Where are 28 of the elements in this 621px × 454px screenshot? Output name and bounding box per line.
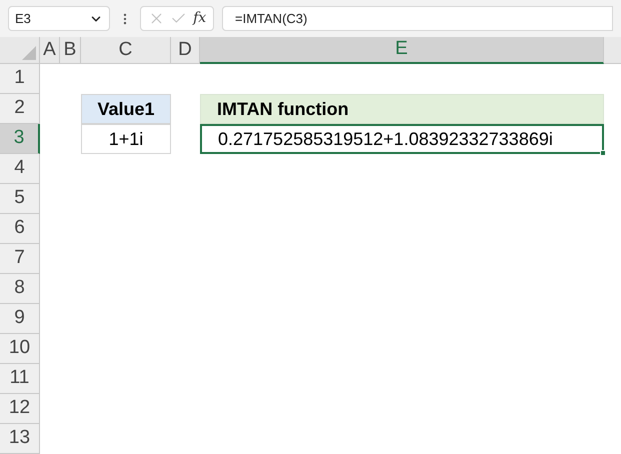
column-header[interactable]: A bbox=[40, 37, 60, 64]
fill-handle[interactable] bbox=[600, 150, 606, 156]
row-header[interactable]: 11 bbox=[0, 364, 40, 394]
table-cell[interactable]: 1+1i bbox=[81, 124, 171, 154]
row-header[interactable]: 4 bbox=[0, 154, 40, 184]
insert-function-button[interactable]: fx bbox=[193, 8, 206, 29]
column-header[interactable]: E bbox=[200, 37, 604, 64]
corner-triangle-icon bbox=[22, 46, 36, 60]
row-header[interactable]: 7 bbox=[0, 244, 40, 274]
row-header[interactable]: 10 bbox=[0, 334, 40, 364]
column-header[interactable]: C bbox=[81, 37, 171, 64]
row-header[interactable]: 6 bbox=[0, 214, 40, 244]
row-header[interactable]: 13 bbox=[0, 424, 40, 454]
formula-input[interactable]: =IMTAN(C3) bbox=[222, 6, 613, 31]
column-header[interactable]: D bbox=[171, 37, 200, 64]
row-header[interactable]: 12 bbox=[0, 394, 40, 424]
row-header[interactable]: 1 bbox=[0, 64, 40, 94]
name-box[interactable]: E3 bbox=[8, 6, 110, 31]
row-header[interactable]: 8 bbox=[0, 274, 40, 304]
select-all-corner[interactable] bbox=[0, 37, 40, 64]
column-title[interactable]: Value1 bbox=[81, 94, 171, 124]
row-header[interactable]: 2 bbox=[0, 94, 40, 124]
row-header[interactable]: 5 bbox=[0, 184, 40, 214]
column-header[interactable]: B bbox=[60, 37, 81, 64]
table-cell[interactable]: 0.271752585319512+1.08392332733869i bbox=[200, 124, 604, 154]
row-header[interactable]: 9 bbox=[0, 304, 40, 334]
row-header[interactable]: 3 bbox=[0, 124, 40, 154]
column-title[interactable]: IMTAN function bbox=[200, 94, 604, 124]
